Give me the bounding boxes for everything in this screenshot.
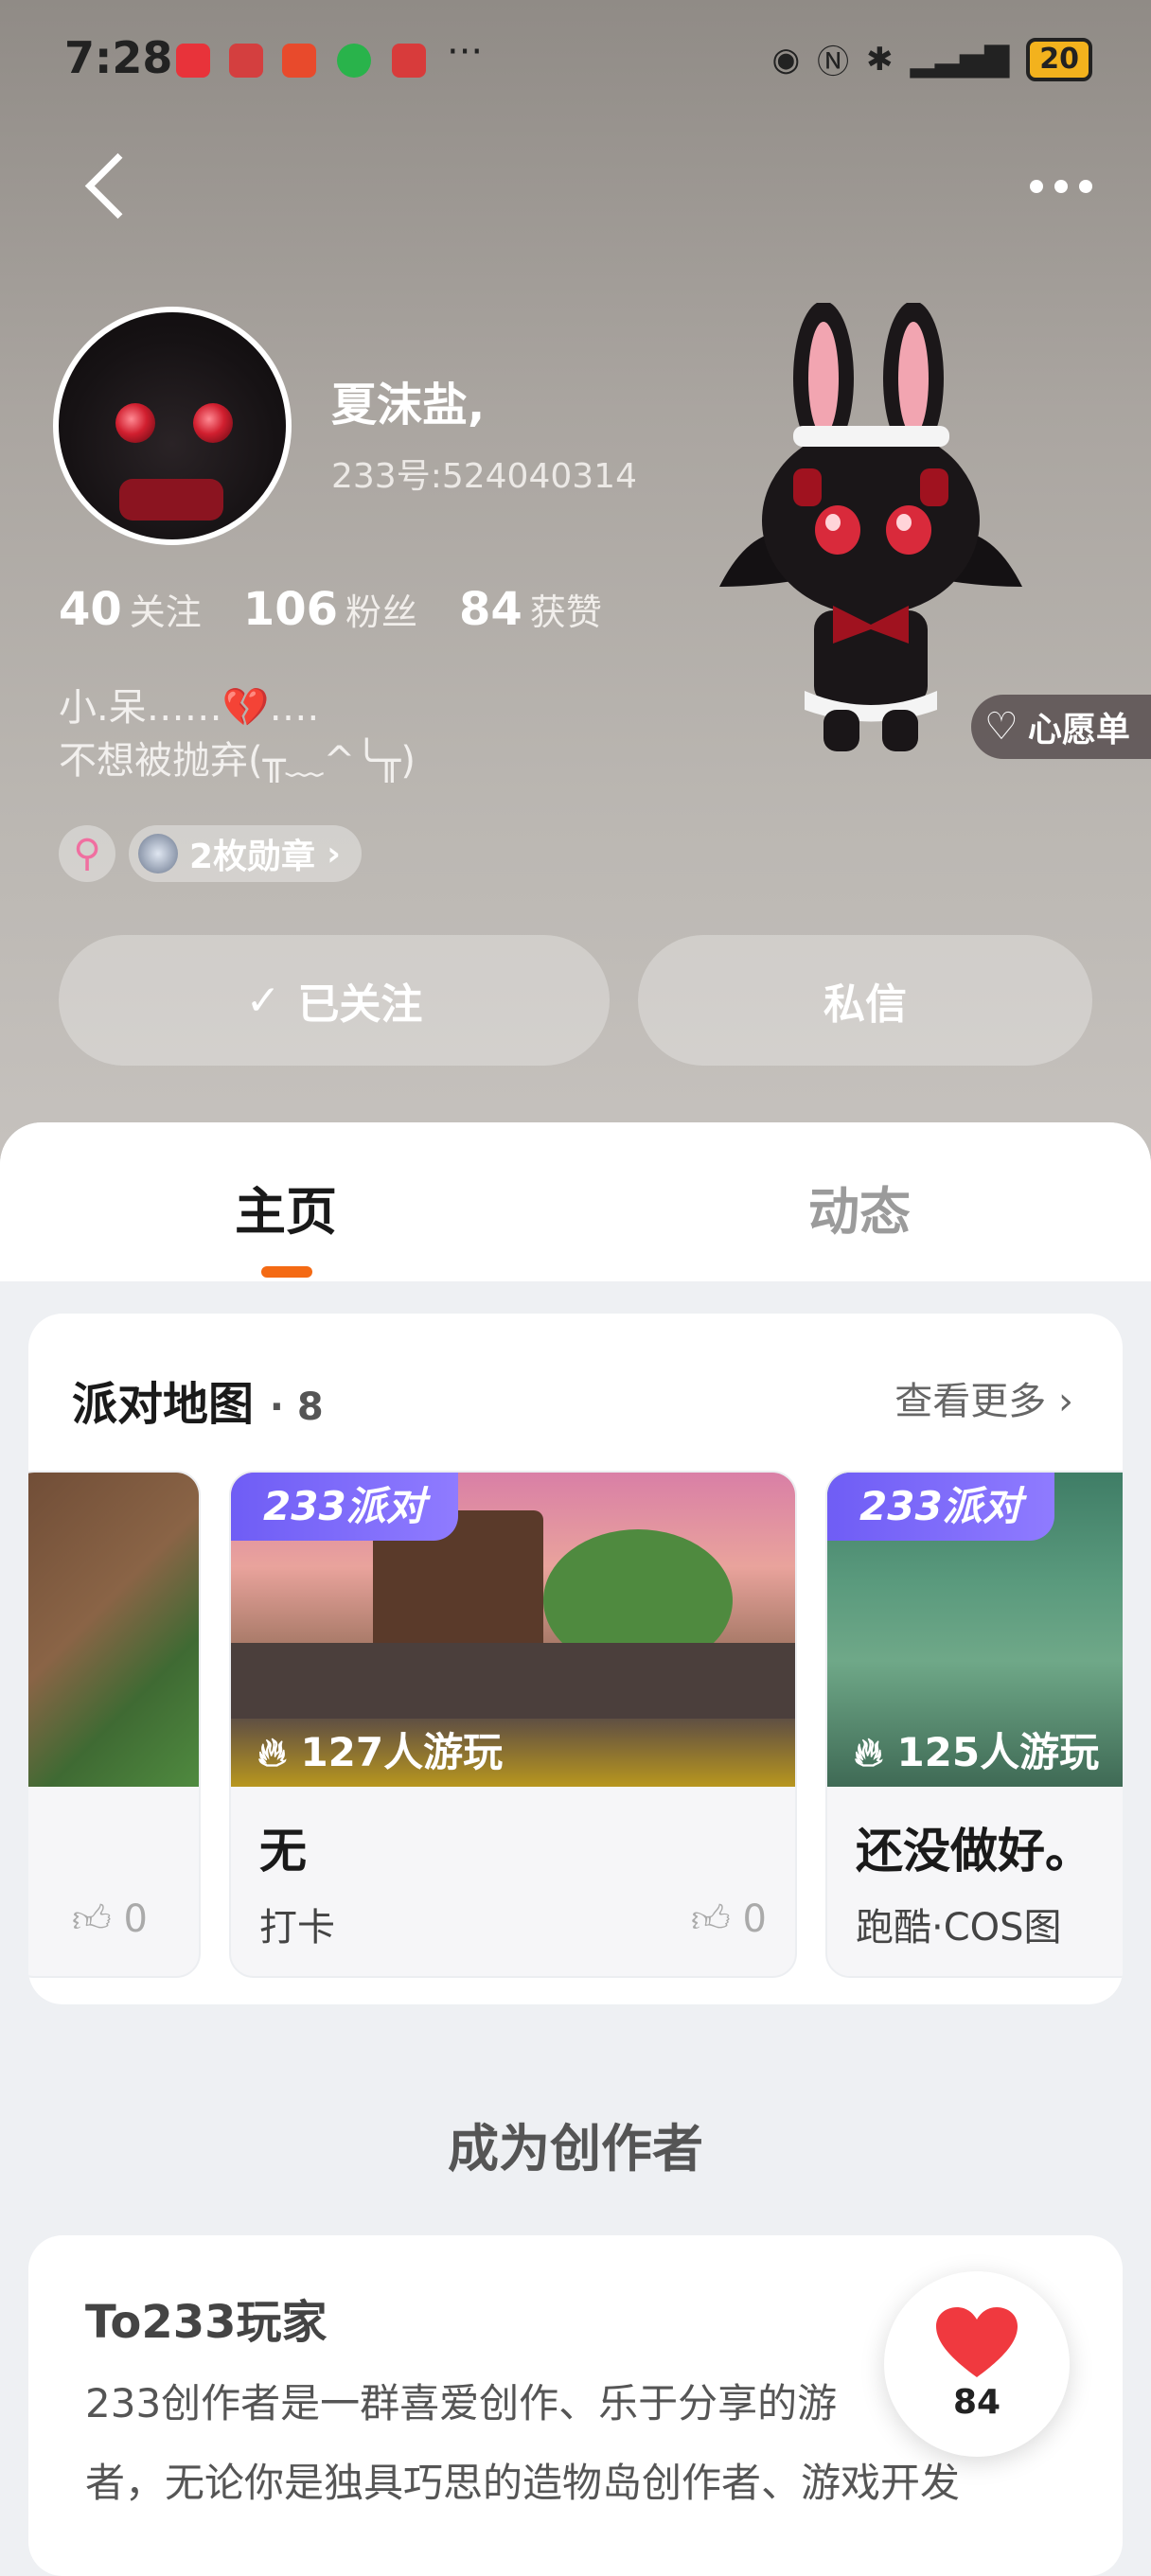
more-options-icon[interactable] <box>1030 180 1092 193</box>
flame-icon: 🔥︎ <box>854 1729 883 1775</box>
map-thumbnail <box>28 1473 199 1787</box>
nfc-icon: Ⓝ <box>817 44 850 81</box>
profile-uid[interactable]: 233号:524040314 <box>331 449 637 498</box>
map-category: 打卡 <box>259 1906 335 1950</box>
thumb-ground <box>231 1643 795 1719</box>
more-notifications-icon: ··· <box>447 30 484 74</box>
map-title: 还没做好。 <box>856 1824 1092 1879</box>
wishlist-label: 心愿单 <box>1027 711 1130 750</box>
like-fab-button[interactable]: 84 <box>884 2271 1070 2457</box>
wechat-icon <box>337 44 371 78</box>
system-icons: ◉ Ⓝ ✱ ▂▃▅▇ 20 <box>771 36 1092 82</box>
medal-label: 2枚勋章 <box>189 838 316 876</box>
party-maps-title: 派对地图 <box>72 1378 255 1431</box>
play-count: 🔥︎ 127人游玩 <box>257 1720 503 1778</box>
app-notification-icon <box>282 44 316 78</box>
stat-likes[interactable]: 84 获赞 <box>459 583 602 636</box>
map-title: 无 <box>259 1824 307 1879</box>
map-category: 跑酷·COS图 <box>856 1906 1062 1950</box>
thumbs-up-icon: 👍︎ <box>691 1897 731 1941</box>
chevron-right-icon: › <box>1058 1380 1073 1423</box>
app-notification-icon <box>392 44 426 78</box>
see-more-label: 查看更多 <box>894 1380 1047 1423</box>
signal-icon: ▂▃▅▇ <box>910 40 1010 79</box>
message-button[interactable]: 私信 <box>638 935 1092 1066</box>
tab-bar <box>0 1122 1151 1281</box>
play-count-label: 127人游玩 <box>300 1729 504 1775</box>
like-count[interactable]: 👍︎ 0 <box>72 1897 148 1942</box>
stat-following[interactable]: 40 关注 <box>59 583 202 636</box>
creator-heading: 成为创作者 <box>448 2119 703 2179</box>
wishlist-button[interactable]: ♡ 心愿单 <box>971 695 1151 759</box>
avatar-eye <box>193 403 233 443</box>
profile-stats: 40 关注 106 粉丝 84 获赞 <box>59 583 602 636</box>
app-notification-icon <box>176 44 210 78</box>
body-line: 者，无论你是独具巧思的造物岛创作者、游戏开发 <box>85 2460 961 2506</box>
battery-icon: 20 <box>1026 37 1092 81</box>
heart-outline-icon: ♡ <box>984 705 1018 749</box>
stat-fans[interactable]: 106 粉丝 <box>243 583 417 636</box>
thumbs-up-icon: 👍︎ <box>72 1897 112 1941</box>
creator-card-title: To233玩家 <box>85 2296 328 2349</box>
gender-female-icon: ⚲ <box>59 825 115 882</box>
active-tab-indicator <box>261 1266 312 1278</box>
map-card[interactable]: 233派对 🔥︎ 127人游玩 无 打卡 👍︎ 0 <box>229 1471 797 1978</box>
followed-button[interactable]: ✓ 已关注 <box>59 935 610 1066</box>
status-time: 7:28 <box>64 32 173 83</box>
eye-icon: ◉ <box>771 40 801 79</box>
profile-bio: 小.呆……💔…. 不想被抛弃(╥﹏^╰╥) <box>59 681 416 787</box>
like-value: 0 <box>123 1897 148 1941</box>
message-label: 私信 <box>823 980 907 1029</box>
avatar-character-image <box>719 303 1022 751</box>
see-more-link[interactable]: 查看更多 › <box>894 1370 1073 1425</box>
map-card[interactable]: 👍︎ 0 <box>28 1471 201 1978</box>
app-notification-icon <box>229 44 263 78</box>
flame-icon: 🔥︎ <box>257 1729 287 1775</box>
party-maps-count: · 8 <box>269 1385 324 1429</box>
avatar[interactable] <box>53 307 292 545</box>
map-card[interactable]: 233派对 🔥︎ 125人游玩 还没做好。 跑酷·COS图 <box>825 1471 1123 1978</box>
tab-feed[interactable]: 动态 <box>808 1170 911 1244</box>
bio-line: 小.呆……💔…. <box>59 686 320 730</box>
bio-line: 不想被抛弃(╥﹏^╰╥) <box>59 739 416 783</box>
like-value: 0 <box>742 1897 767 1941</box>
party-tag: 233派对 <box>827 1473 1054 1541</box>
play-count: 🔥︎ 125人游玩 <box>854 1720 1099 1778</box>
like-fab-count: 84 <box>952 2382 1001 2422</box>
followed-label: 已关注 <box>297 980 423 1029</box>
tab-home[interactable]: 主页 <box>235 1170 337 1244</box>
party-maps-section: 派对地图 · 8 查看更多 › 👍︎ 0 233派对 🔥︎ 127人游玩 无 打… <box>28 1314 1123 2004</box>
heart-icon <box>936 2306 1018 2377</box>
chevron-right-icon: › <box>327 834 341 873</box>
avatar-bow <box>119 479 223 520</box>
medal-icon <box>138 834 178 873</box>
status-bar: 7:28 ··· ◉ Ⓝ ✱ ▂▃▅▇ 20 <box>0 26 1151 93</box>
play-count-label: 125人游玩 <box>896 1729 1100 1775</box>
profile-name: 夏沫盐, <box>331 379 486 432</box>
party-tag: 233派对 <box>231 1473 458 1541</box>
section-title: 派对地图 · 8 <box>72 1367 324 1433</box>
like-count[interactable]: 👍︎ 0 <box>691 1897 767 1942</box>
check-icon: ✓ <box>245 976 281 1025</box>
bluetooth-icon: ✱ <box>866 40 894 79</box>
medal-badge[interactable]: 2枚勋章 › <box>129 825 362 882</box>
avatar-eye <box>115 403 155 443</box>
